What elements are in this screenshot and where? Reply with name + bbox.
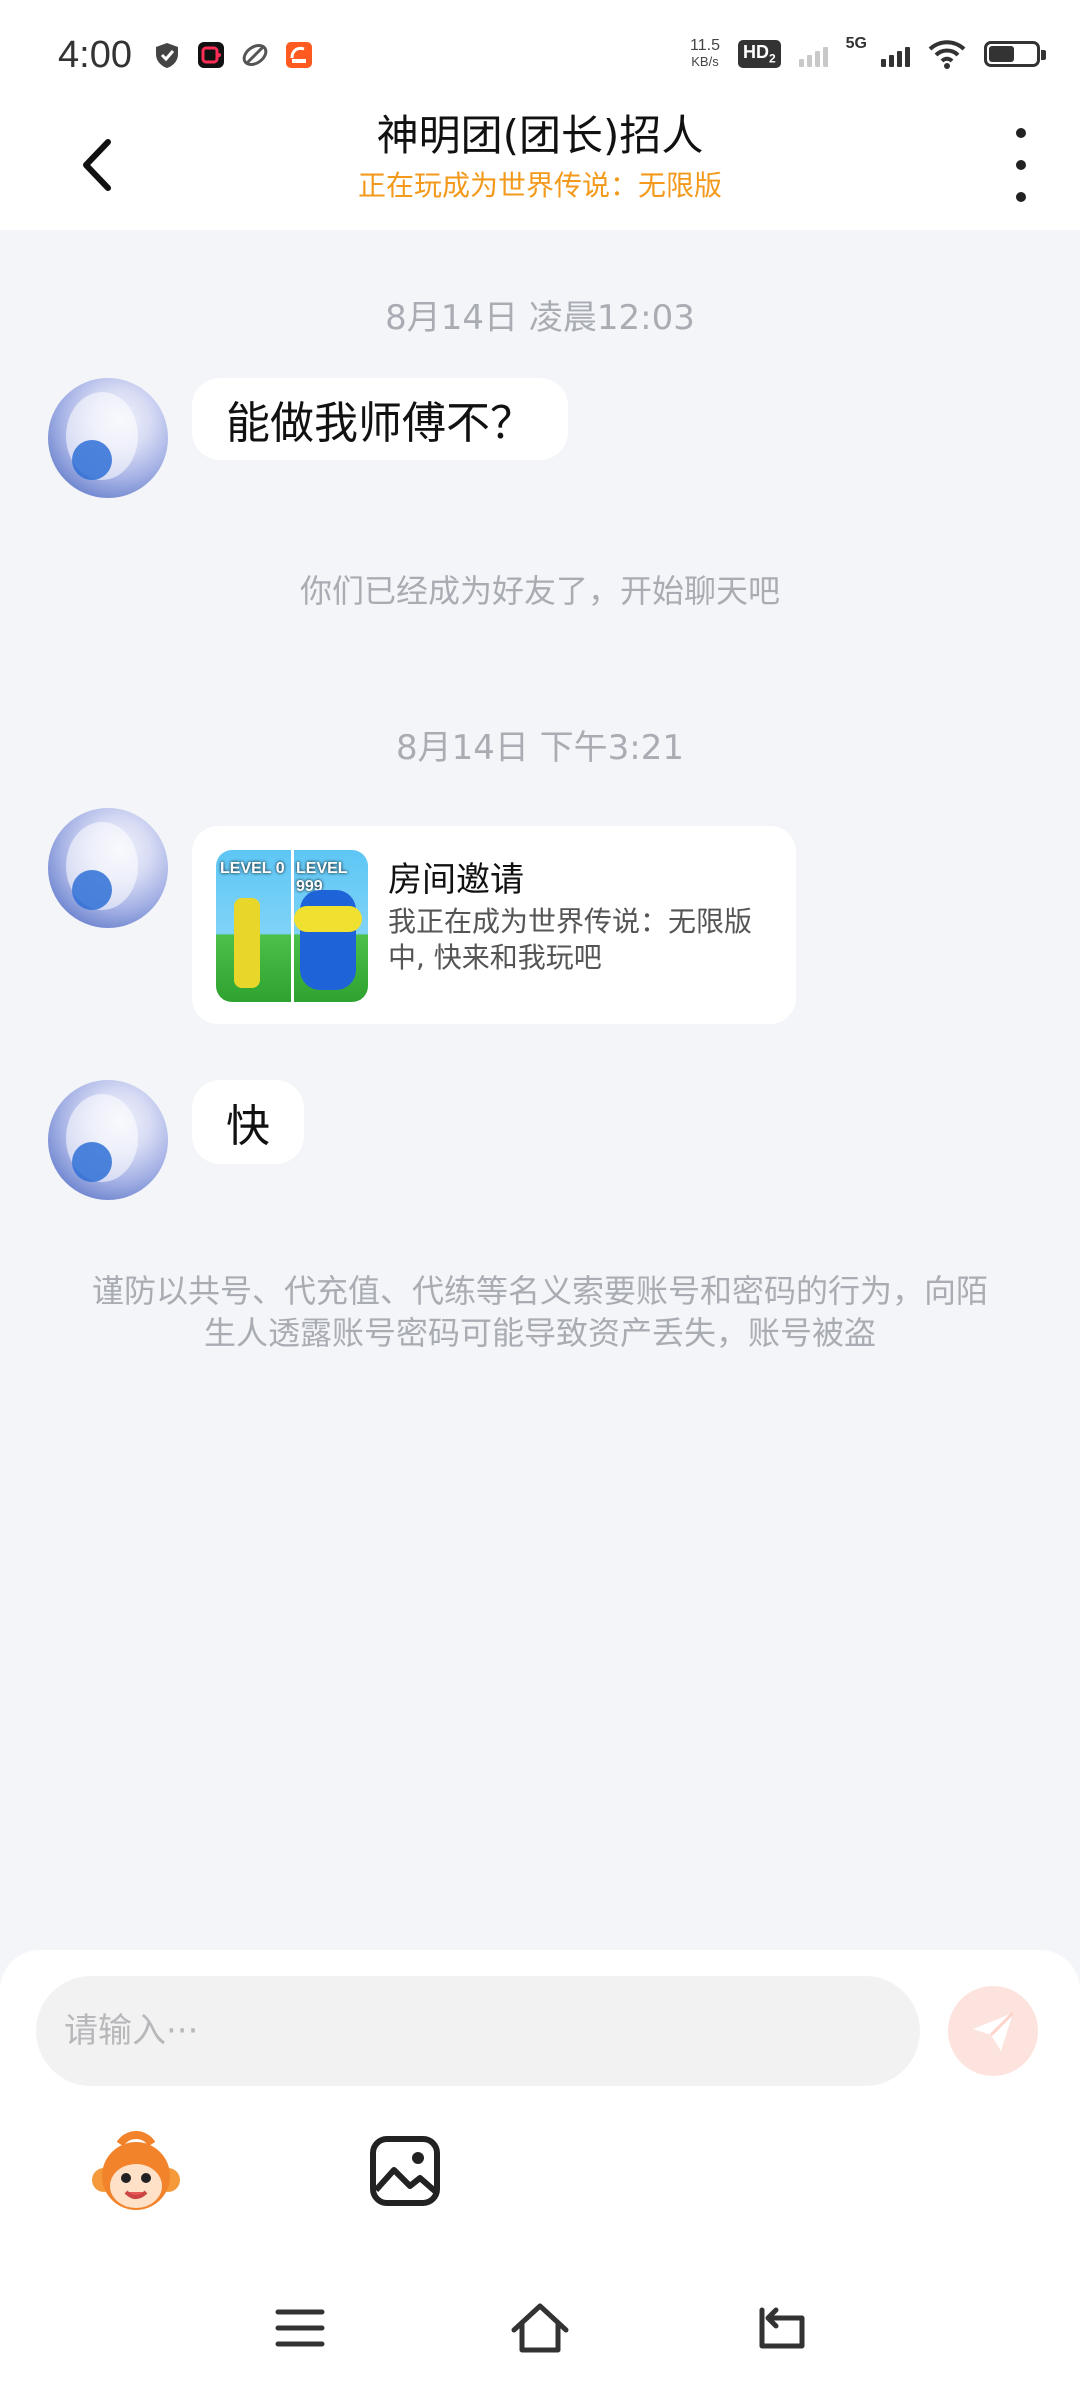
avatar[interactable] [48, 378, 168, 498]
emoji-button[interactable] [90, 2130, 182, 2222]
room-invite-card[interactable]: LEVEL 0 LEVEL 999 房间邀请 我正在成为世界传说：无限版中, 快… [192, 826, 796, 1024]
security-warning: 谨防以共号、代充值、代练等名义索要账号和密码的行为，向陌生人透露账号密码可能导致… [91, 1272, 988, 1352]
message-input[interactable] [36, 1976, 920, 2086]
send-button[interactable] [948, 1986, 1038, 2076]
hd-sub: 2 [768, 51, 776, 66]
system-status-icons: 11.5 KB/s HD2 5G [690, 35, 1046, 70]
network-speed-unit: KB/s [691, 54, 719, 69]
chat-header: 神明团(团长)招人 正在玩成为世界传说：无限版 [0, 110, 1080, 230]
home-icon [511, 2303, 569, 2353]
record-app-icon [198, 42, 224, 68]
message-timestamp: 8月14日 下午3:21 [395, 728, 685, 768]
invite-description: 我正在成为世界传说：无限版中, 快来和我玩吧 [388, 905, 753, 974]
shop-app-icon [286, 42, 312, 68]
battery-icon [984, 41, 1046, 67]
battery-level [989, 46, 1015, 62]
chat-messages[interactable]: 8月14日 凌晨12:03 能做我师傅不？ 你们已经成为好友了，开始聊天吧 8月… [0, 230, 1080, 1950]
playing-status[interactable]: 正在玩成为世界传说：无限版 [0, 164, 1080, 204]
friend-added-note: 你们已经成为好友了，开始聊天吧 [299, 572, 780, 610]
menu-icon [275, 2309, 325, 2347]
notification-icons [152, 40, 314, 70]
message-bubble[interactable]: 快 [192, 1080, 304, 1164]
muscle-character-icon [294, 890, 362, 990]
send-icon [973, 2011, 1015, 2051]
back-icon [759, 2307, 805, 2349]
network-speed: 11.5 KB/s [690, 38, 720, 70]
status-time: 4:00 [58, 34, 132, 76]
wifi-icon [928, 40, 966, 69]
more-options-button[interactable] [1006, 128, 1036, 202]
invite-title: 房间邀请 [388, 860, 524, 900]
image-button[interactable] [368, 2134, 442, 2208]
message-timestamp: 8月14日 凌晨12:03 [385, 298, 695, 338]
shield-icon [156, 43, 178, 68]
signal-sim1-icon [798, 41, 828, 67]
back-nav-button[interactable] [748, 2296, 812, 2360]
message-bubble[interactable]: 能做我师傅不？ [192, 378, 568, 460]
image-icon [370, 2136, 440, 2206]
more-vertical-icon [1016, 128, 1026, 138]
game-thumbnail: LEVEL 0 LEVEL 999 [216, 850, 368, 1002]
network-type: 5G [845, 35, 867, 52]
status-bar: 4:00 11.5 KB/s HD2 5G [0, 0, 1080, 110]
thin-character-icon [234, 898, 260, 988]
monkey-emoji-icon [92, 2131, 180, 2210]
leaf-app-icon [242, 43, 268, 67]
hd-voice-icon: HD2 [737, 40, 781, 68]
system-navigation-bar [0, 2268, 1080, 2388]
home-button[interactable] [508, 2296, 572, 2360]
menu-button[interactable] [268, 2296, 332, 2360]
thumb-label-left: LEVEL 0 [220, 860, 285, 877]
hd-label: HD [742, 42, 769, 63]
network-speed-value: 11.5 [690, 37, 720, 54]
avatar[interactable] [48, 808, 168, 928]
avatar[interactable] [48, 1080, 168, 1200]
signal-sim2-icon [881, 41, 910, 67]
chat-title: 神明团(团长)招人 [376, 111, 704, 160]
